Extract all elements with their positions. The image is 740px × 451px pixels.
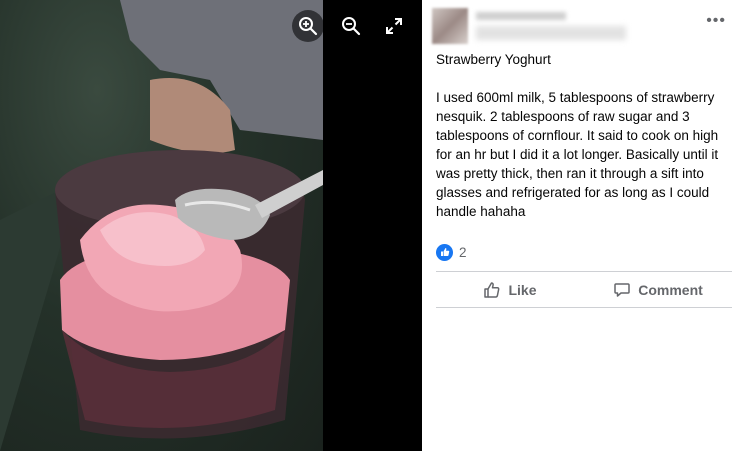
comment-label: Comment: [638, 281, 703, 298]
avatar[interactable]: [432, 8, 468, 44]
viewer-toolbar: [290, 10, 410, 42]
comment-button[interactable]: Comment: [584, 272, 732, 307]
fullscreen-button[interactable]: [378, 10, 410, 42]
reaction-count: 2: [459, 244, 467, 260]
post-author[interactable]: [432, 8, 652, 46]
reactions-summary[interactable]: 2: [436, 243, 467, 261]
yoghurt-glass-image: [0, 0, 323, 451]
post-meta-redacted: [476, 26, 626, 40]
post-photo[interactable]: [0, 0, 323, 451]
like-label: Like: [508, 281, 537, 298]
zoom-out-icon: [342, 17, 361, 36]
author-name-redacted: [476, 12, 566, 20]
divider: [436, 307, 732, 308]
thumbs-up-icon: [484, 281, 500, 298]
zoom-in-icon: [299, 17, 318, 36]
like-button[interactable]: Like: [436, 272, 584, 307]
post-body: I used 600ml milk, 5 tablespoons of stra…: [436, 90, 719, 219]
photo-viewer: [0, 0, 422, 451]
post-actions: Like Comment: [436, 272, 732, 307]
zoom-out-button[interactable]: [335, 10, 367, 42]
post-title: Strawberry Yoghurt: [436, 52, 551, 67]
more-options-button[interactable]: •••: [706, 12, 726, 30]
comment-bubble-icon: [614, 282, 630, 297]
expand-icon: [386, 18, 402, 34]
zoom-in-button[interactable]: [292, 10, 324, 42]
post-panel: ••• Strawberry Yoghurt I used 600ml milk…: [422, 0, 740, 451]
like-reaction-icon: [436, 243, 453, 261]
